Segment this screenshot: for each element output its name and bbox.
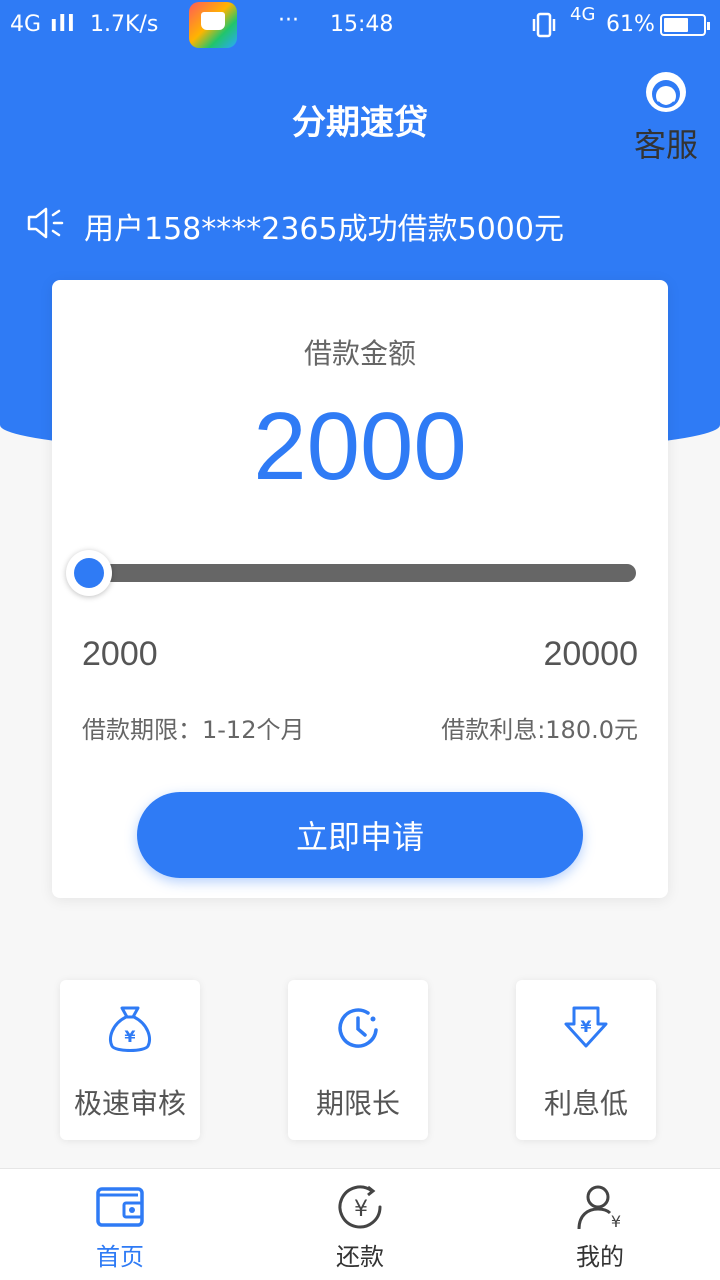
customer-service-button[interactable]: 客服: [630, 70, 702, 164]
loan-amount-label: 借款金额: [303, 337, 416, 370]
apply-now-button[interactable]: 立即申请: [137, 792, 583, 878]
yuan-circle-icon: ¥: [338, 1185, 382, 1229]
amount-slider-thumb[interactable]: [66, 550, 112, 596]
signal-icon: ıll: [50, 12, 76, 37]
battery-percent: 61%: [606, 12, 655, 37]
svg-text:¥: ¥: [354, 1197, 368, 1222]
network-type-secondary: 4G: [570, 4, 596, 25]
network-type: 4G: [10, 12, 42, 37]
feature-label: 利息低: [543, 1087, 628, 1120]
yuan-down-arrow-icon: ¥: [564, 1006, 608, 1048]
feature-label: 极速审核: [73, 1087, 186, 1120]
notice-text: 用户158****2365成功借款5000元: [84, 212, 564, 247]
app-notification-icon: [189, 2, 237, 48]
tab-mine[interactable]: ¥ 我的: [480, 1169, 720, 1280]
wallet-icon: [96, 1187, 144, 1227]
slider-min-value: 2000: [82, 635, 158, 673]
tab-home[interactable]: 首页: [0, 1169, 240, 1280]
loan-amount-value: 2000: [253, 393, 467, 500]
network-speed: 1.7K/s: [90, 12, 159, 37]
vibrate-icon: [532, 12, 556, 38]
notice-bar: 用户158****2365成功借款5000元: [26, 202, 706, 247]
feature-label: 期限长: [315, 1087, 400, 1120]
customer-service-label: 客服: [633, 126, 698, 164]
loan-card: 借款金额 2000 2000 20000 借款期限：1-12个月 借款利息:18…: [52, 280, 668, 898]
feature-low-interest[interactable]: ¥ 利息低: [516, 980, 656, 1140]
svg-text:¥: ¥: [580, 1017, 591, 1036]
loan-interest: 借款利息:180.0元: [441, 716, 638, 744]
status-bar: 4G ıll 1.7K/s ··· 15:48 4G 61%: [0, 0, 720, 52]
feature-long-term[interactable]: 期限长: [288, 980, 428, 1140]
svg-text:¥: ¥: [611, 1212, 621, 1231]
amount-slider-track[interactable]: [82, 564, 636, 582]
user-icon: ¥: [577, 1185, 621, 1231]
tab-repay[interactable]: ¥ 还款: [240, 1169, 480, 1280]
svg-text:¥: ¥: [124, 1027, 135, 1046]
speaker-icon: [27, 207, 64, 239]
page-title: 分期速贷: [292, 103, 428, 143]
bottom-tab-bar: 首页 ¥ 还款 ¥ 我的: [0, 1168, 720, 1280]
battery-icon: [660, 14, 710, 36]
tab-label: 我的: [576, 1243, 624, 1271]
tab-label: 还款: [336, 1243, 384, 1271]
loan-term: 借款期限：1-12个月: [82, 716, 305, 744]
headset-agent-icon: [646, 72, 686, 112]
slider-max-value: 20000: [543, 635, 638, 673]
feature-fast-review[interactable]: ¥ 极速审核: [60, 980, 200, 1140]
clock-icon: [338, 1008, 378, 1048]
more-icon: ···: [278, 8, 299, 33]
tab-label: 首页: [96, 1243, 144, 1271]
clock-time: 15:48: [330, 12, 394, 37]
money-bag-icon: ¥: [109, 1006, 151, 1052]
